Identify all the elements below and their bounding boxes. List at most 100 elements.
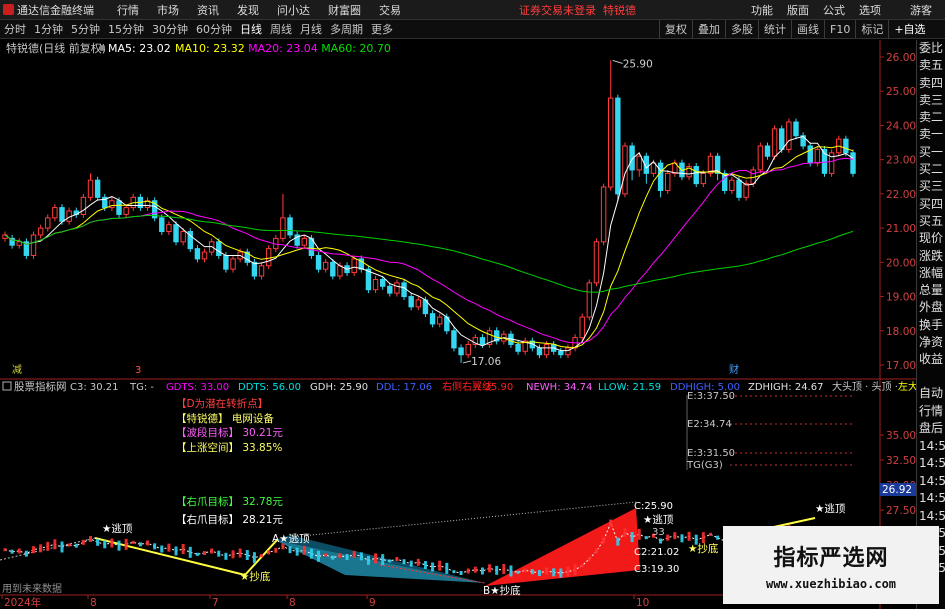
candle-body [558, 350, 564, 356]
ma-legend-3: MA60: 20.70 [321, 42, 391, 55]
ind-tick-label: 27.50 [886, 505, 916, 517]
quote-field-18[interactable]: 收益 [917, 351, 945, 368]
indicator-bar [573, 564, 577, 576]
tick-row-4[interactable]: 14:50 [917, 455, 945, 473]
candle-body [436, 316, 443, 325]
quote-field-5[interactable]: 卖一 [917, 126, 945, 143]
candle-body [330, 261, 336, 277]
candlestick-series [2, 60, 856, 363]
quote-field-15[interactable]: 外盘 [917, 299, 945, 316]
candle-body [194, 248, 201, 260]
candle-body [543, 343, 550, 356]
quote-field-9[interactable]: 买四 [917, 196, 945, 213]
candle-body [429, 313, 436, 325]
indicator-bar [559, 568, 563, 578]
quote-field-7[interactable]: 买二 [917, 161, 945, 178]
candle-body [458, 347, 464, 356]
indicator-bar [153, 543, 157, 550]
candle-body [722, 172, 728, 191]
indicator-bar [17, 548, 21, 554]
price-tick-label: 22.00 [886, 189, 916, 201]
date-label: 10 [636, 597, 649, 609]
indicator-bar [103, 540, 107, 549]
candle-body [287, 217, 293, 236]
quote-field-11[interactable]: 现价 [917, 230, 945, 247]
candle-body [793, 121, 799, 137]
indicator-bar [288, 546, 292, 554]
moving-averages [4, 135, 854, 352]
quote-field-4[interactable]: 卖二 [917, 109, 945, 126]
quote-field-13[interactable]: 涨幅 [917, 265, 945, 282]
marker-left: 减 [12, 364, 22, 376]
candle-body [515, 343, 521, 352]
indicator-param-4: GDH: 25.90 [310, 382, 368, 393]
price-tick-label: 21.00 [886, 223, 916, 235]
quote-field-8[interactable]: 买三 [917, 178, 945, 195]
trading-terminal: 通达信金融终端 行情 市场 资讯 发现 问小达 财富圈 交易 证券交易未登录 特… [0, 0, 945, 609]
quote-side-panel[interactable]: 委比 卖五 卖四 卖三 卖二 卖一 买一 买二 买三 买四 买五 现价 涨跌 涨幅 总量 外盘 换手 净资 收益自动… [916, 40, 945, 609]
date-label: 9 [369, 597, 376, 609]
indicator-bar [32, 546, 36, 554]
label-b-bottom: B★抄底 [483, 584, 521, 597]
tick-row-3[interactable]: 14:50 [917, 438, 945, 456]
quote-field-2[interactable]: 卖四 [917, 75, 945, 92]
price-tick-label: 17.00 [886, 360, 916, 372]
indicator-bar [181, 544, 185, 554]
indicator-bar [466, 568, 470, 574]
indicator-bar [231, 550, 235, 559]
candle-body [230, 258, 236, 270]
indicator-bar [317, 550, 321, 562]
indicator-bar [359, 552, 363, 561]
label-escape-top-left: ★逃顶 [102, 522, 133, 535]
indicator-bar [146, 540, 150, 546]
indicator-param-1: TG: - [129, 382, 154, 393]
indicator-bar [537, 570, 541, 576]
tick-row-1[interactable]: 行情 [917, 403, 945, 421]
indicator-bar [495, 565, 499, 575]
current-price: 26.92 [882, 484, 912, 496]
tick-row-0[interactable]: 自动 [917, 385, 945, 403]
candle-body [771, 128, 778, 157]
indicator-bar [374, 553, 378, 564]
watermark-box: 指标严选网 www.xuezhibiao.com [723, 526, 939, 604]
quote-field-6[interactable]: 买一 [917, 144, 945, 161]
indicator-param-5: DDL: 17.06 [376, 382, 432, 393]
candle-body [180, 231, 186, 243]
label-far-right-escape: ★逃顶 [815, 502, 846, 515]
marker-mid: 3 [135, 365, 141, 376]
candle-body [16, 241, 22, 246]
red-triangle-fill [485, 508, 640, 586]
quote-field-16[interactable]: 换手 [917, 317, 945, 334]
candle-body [586, 282, 593, 318]
indicator-bar [459, 571, 463, 575]
indicator-label-1: 【特锐德】 电网设备 [176, 412, 274, 425]
quote-field-12[interactable]: 涨跌 [917, 248, 945, 265]
high-pointer [612, 59, 623, 64]
tick-row-6[interactable]: 14:50 [917, 490, 945, 508]
tick-row-5[interactable]: 14:50 [917, 473, 945, 491]
watermark-title: 指标严选网 [773, 546, 889, 571]
candle-body [665, 172, 671, 191]
indicator-bar [480, 567, 484, 575]
indicator-bar [81, 539, 85, 545]
quote-field-1[interactable]: 卖五 [917, 57, 945, 74]
tick-row-2[interactable]: 盘后 [917, 420, 945, 438]
quote-field-0[interactable]: 委比 [917, 40, 945, 57]
candle-body [387, 285, 393, 294]
indicator-bar [445, 562, 449, 574]
ma-legend-1: MA10: 23.32 [175, 42, 245, 55]
chart-area[interactable]: 26.00 25.00 24.00 23.00 22.00 21.00 20.00 19.00… [0, 0, 916, 609]
stock-label: 特锐德(日线 前复权) [6, 41, 106, 55]
candle-body [216, 241, 222, 256]
quote-field-10[interactable]: 买五 [917, 213, 945, 230]
quote-field-14[interactable]: 总量 [917, 282, 945, 299]
tick-row-7[interactable]: 14:50 [917, 508, 945, 526]
candle-body [94, 179, 101, 198]
indicator-bar [438, 560, 442, 571]
candle-body [743, 183, 749, 198]
quote-field-3[interactable]: 卖三 [917, 92, 945, 109]
candle-body [657, 162, 664, 191]
indicator-bar [388, 559, 392, 563]
candle-body [579, 316, 585, 339]
quote-field-17[interactable]: 净资 [917, 334, 945, 351]
